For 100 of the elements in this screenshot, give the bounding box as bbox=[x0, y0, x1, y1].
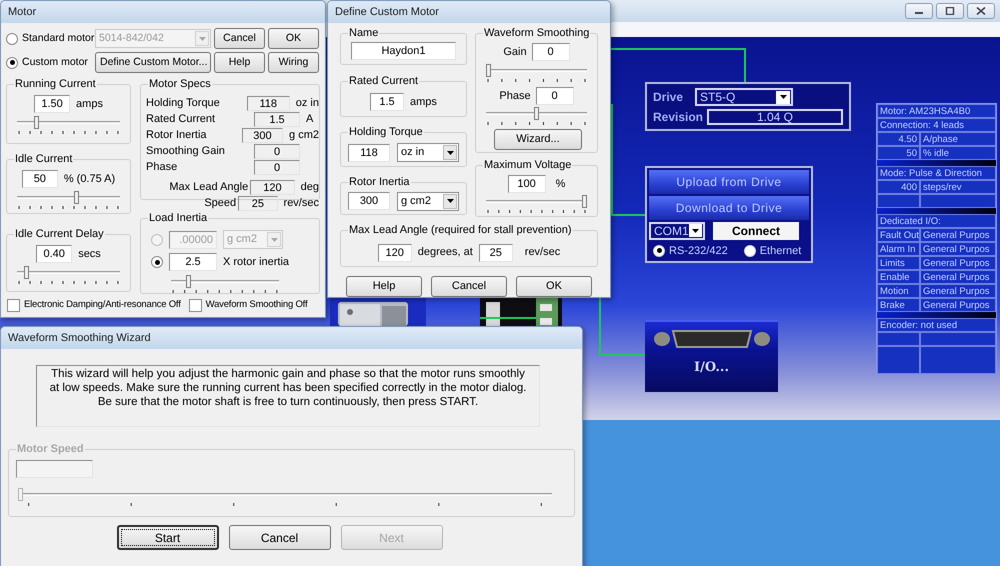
group-label: Running Current bbox=[14, 77, 97, 91]
table-cell: Enable bbox=[877, 270, 920, 284]
value-display: 118 bbox=[246, 96, 290, 110]
unit-label: amps bbox=[410, 94, 437, 110]
dialog-button[interactable]: Cancel bbox=[431, 276, 507, 297]
field-label: Drive bbox=[653, 89, 684, 106]
text-field[interactable]: 1.5 bbox=[370, 93, 404, 111]
dropdown[interactable]: COM1 bbox=[649, 222, 705, 240]
spec-label: Max Lead Angle bbox=[168, 180, 250, 195]
drive-transfer-button[interactable]: Upload from Drive bbox=[649, 170, 809, 194]
value-display: 25 bbox=[238, 196, 278, 210]
unit-label: % (0.75 A) bbox=[64, 172, 116, 187]
unit-label: g cm2 bbox=[289, 128, 319, 143]
text-field[interactable]: 118 bbox=[348, 144, 390, 162]
table-cell: Alarm In bbox=[877, 242, 920, 256]
text-field[interactable]: 0.40 bbox=[36, 245, 72, 263]
table-cell: Fault Out bbox=[877, 228, 920, 242]
table-cell: Motion bbox=[877, 284, 920, 298]
dropdown[interactable]: oz in bbox=[397, 143, 459, 162]
text-field[interactable]: 300 bbox=[348, 192, 390, 210]
message-text: This wizard will help you adjust the harmonic gain and phase so that the motor runs smoothly at low speeds. Make sure the running current has been specified correctly in the motor dialog. Be sure that the motor shaft is free to turn continuously, then press START. bbox=[48, 367, 528, 409]
unit-label: X rotor inertia bbox=[223, 254, 290, 270]
spec-label: Speed bbox=[203, 196, 238, 211]
group-label: Waveform Smoothing bbox=[482, 26, 590, 40]
window-title: Define Custom Motor bbox=[335, 4, 439, 20]
value-display: 300 bbox=[242, 128, 284, 142]
value-display: 1.5 bbox=[254, 112, 300, 126]
window-title: Waveform Smoothing Wizard bbox=[8, 330, 151, 346]
text-field[interactable]: 0 bbox=[536, 87, 574, 105]
text-field[interactable]: 2.5 bbox=[169, 253, 217, 271]
unit-label: degrees, at bbox=[418, 245, 473, 260]
table-cell: 4.50 bbox=[877, 132, 920, 146]
table-cell: Dedicated I/O: bbox=[877, 214, 996, 228]
radio-label[interactable]: Standard motor bbox=[22, 30, 94, 46]
value-display: 0 bbox=[254, 144, 300, 158]
text-field[interactable]: 1.50 bbox=[34, 95, 70, 113]
text-field[interactable]: 25 bbox=[478, 244, 513, 262]
table-cell: Brake bbox=[877, 298, 920, 312]
dropdown[interactable]: g cm2 bbox=[397, 192, 459, 210]
dialog-button[interactable]: Help bbox=[214, 52, 265, 73]
dialog-button[interactable]: OK bbox=[516, 276, 592, 297]
dialog-button[interactable]: OK bbox=[268, 28, 319, 49]
text-field[interactable]: 0 bbox=[532, 43, 570, 61]
table-cell: steps/rev bbox=[920, 180, 996, 194]
table-cell: General Purpos bbox=[920, 270, 996, 284]
spec-label: Phase bbox=[146, 160, 178, 175]
dialog-button[interactable]: Cancel bbox=[214, 28, 265, 49]
field-label: Gain bbox=[503, 44, 527, 60]
dialog-button[interactable]: Wiring bbox=[268, 52, 319, 73]
dialog-button[interactable]: Define Custom Motor... bbox=[95, 52, 211, 73]
field-label: Revision bbox=[653, 109, 703, 126]
table-cell: General Purpos bbox=[920, 242, 996, 256]
group-label: Max Lead Angle (required for stall prevention) bbox=[348, 223, 573, 237]
dropdown[interactable]: ST5-Q bbox=[695, 88, 793, 106]
io-button[interactable]: I/O... bbox=[645, 320, 778, 392]
unit-label: secs bbox=[78, 246, 101, 262]
value-display: 120 bbox=[250, 180, 295, 194]
radio-label[interactable]: Ethernet bbox=[760, 242, 802, 259]
value-display: 1.04 Q bbox=[707, 109, 843, 125]
table-cell: % idle bbox=[920, 146, 996, 160]
spec-label: Rotor Inertia bbox=[146, 128, 208, 143]
dialog-button[interactable]: Help bbox=[346, 276, 422, 297]
table-cell: General Purpos bbox=[920, 256, 996, 270]
group-label: Motor Specs bbox=[148, 77, 212, 91]
table-cell: A/phase bbox=[920, 132, 996, 146]
dialog-button[interactable]: Wizard... bbox=[494, 129, 582, 150]
spec-label: Smoothing Gain bbox=[146, 144, 226, 159]
dialog-button[interactable]: Cancel bbox=[228, 525, 330, 550]
table-cell: 50 bbox=[877, 146, 920, 160]
table-cell: General Purpos bbox=[920, 298, 996, 312]
unit-label: A bbox=[306, 112, 314, 127]
group-label: Maximum Voltage bbox=[482, 158, 572, 172]
unit-label: amps bbox=[76, 96, 103, 112]
drive-transfer-button[interactable]: Download to Drive bbox=[649, 196, 809, 220]
text-field[interactable]: 100 bbox=[508, 175, 546, 193]
text-field[interactable]: 120 bbox=[378, 244, 412, 262]
unit-label: deg bbox=[300, 180, 319, 195]
table-cell: Connection: 4 leads bbox=[877, 118, 996, 132]
table-cell: 400 bbox=[877, 180, 920, 194]
text-field[interactable]: 50 bbox=[22, 170, 58, 188]
spec-label: Holding Torque bbox=[146, 96, 221, 111]
connect-button[interactable]: Connect bbox=[713, 222, 799, 240]
unit-label: % bbox=[556, 176, 566, 192]
radio-label[interactable]: RS-232/422 bbox=[669, 242, 728, 259]
table-cell: Mode: Pulse & Direction bbox=[877, 166, 996, 180]
checkbox-label[interactable]: Electronic Damping/Anti-resonance Off bbox=[24, 298, 181, 312]
value-display: 0 bbox=[254, 160, 300, 174]
text-field[interactable]: Haydon1 bbox=[350, 42, 456, 60]
table-cell: Encoder: not used bbox=[877, 318, 996, 332]
group-label: Holding Torque bbox=[348, 125, 424, 139]
checkbox-label[interactable]: Waveform Smoothing Off bbox=[206, 298, 308, 312]
unit-label: rev/sec bbox=[524, 245, 560, 260]
table-cell: General Purpos bbox=[920, 228, 996, 242]
unit-label: oz in bbox=[296, 96, 319, 111]
table-cell: Limits bbox=[877, 256, 920, 270]
dialog-button[interactable]: Start bbox=[116, 525, 218, 550]
radio-label[interactable]: Custom motor bbox=[22, 54, 88, 70]
window-title: Motor bbox=[8, 4, 36, 20]
spec-label: Rated Current bbox=[146, 112, 216, 127]
table-cell: Motor: AM23HSA4B0 bbox=[877, 104, 996, 118]
